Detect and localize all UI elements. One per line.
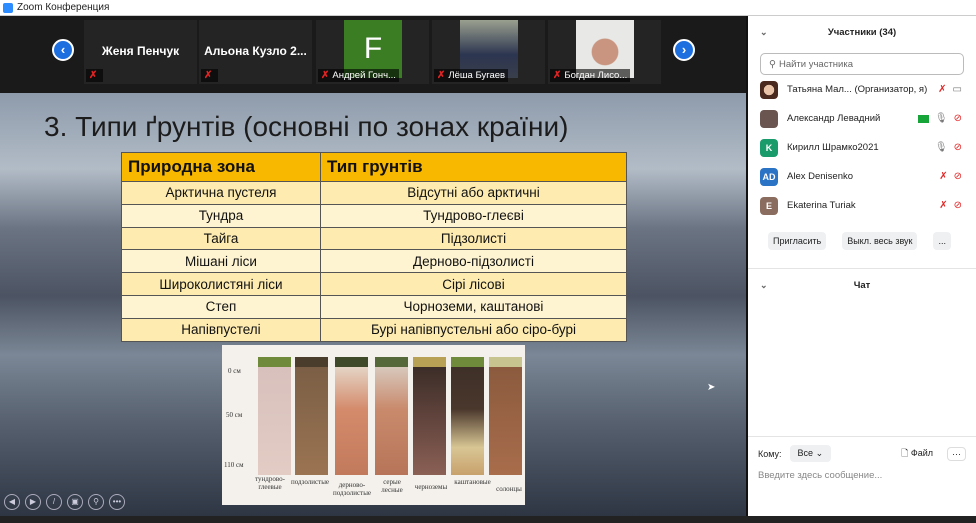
file-button[interactable]: 🗋 Файл xyxy=(901,446,933,462)
window-title: Zoom Конференция xyxy=(17,2,110,13)
video-tile[interactable]: ✗ Богдан Лисо... xyxy=(548,20,661,84)
camera-off-icon: ⊘ xyxy=(953,200,962,211)
avatar xyxy=(760,109,778,128)
pen-icon[interactable]: / xyxy=(46,494,62,510)
camera-off-icon: ⊘ xyxy=(953,142,962,153)
next-page-button[interactable]: › xyxy=(673,39,695,61)
table-row: Напівпустелі Бурі напівпустельні або сіро… xyxy=(121,317,628,342)
screen-share-icon xyxy=(917,114,929,123)
chat-header: ⌄ Чат xyxy=(760,279,871,291)
chat-more-button[interactable]: ··· xyxy=(947,446,966,461)
camera-off-icon: ⊘ xyxy=(953,113,962,124)
prev-page-button[interactable]: ‹ xyxy=(52,39,74,61)
soil-table: Природна зона Тип грунтів Арктична пустел… xyxy=(121,152,628,342)
video-tile[interactable]: Альона Кузло 2... ✗ xyxy=(199,20,312,84)
participant-row[interactable]: E Ekaterina Turiak ✗ ⊘ xyxy=(748,191,976,220)
side-panel: ⌄ Участники (34) ⚲ Найти участника Татьяна… xyxy=(748,16,976,516)
mute-all-button[interactable]: Выкл. весь звук xyxy=(842,232,918,250)
collapse-chevron-icon[interactable]: ⌄ xyxy=(760,280,768,291)
mouse-cursor-icon: ➤ xyxy=(707,382,716,393)
mic-muted-icon: ✗ xyxy=(321,70,330,81)
mic-muted-icon: ✗ xyxy=(939,171,948,182)
shared-screen-slide: 3. Типи ґрунтів (основні по зонах країни… xyxy=(0,93,746,516)
table-row: Тайга Підзолисті xyxy=(121,226,628,251)
mic-muted-icon: ✗ xyxy=(89,70,98,81)
participant-row[interactable]: Александр Левадний 🎙 ⊘ xyxy=(748,104,976,133)
next-slide-icon[interactable]: ▶ xyxy=(25,494,41,510)
zoom-logo-icon xyxy=(3,2,13,13)
slide-annotation-toolbar: ◀ ▶ / ▣ ⚲ ••• xyxy=(4,494,125,510)
mic-muted-icon: ✗ xyxy=(938,84,947,95)
video-gallery: ‹ Женя Пенчук ✗ Альона Кузло 2... ✗ F ✗ Андр… xyxy=(0,16,746,93)
participants-header: ⌄ Участники (34) xyxy=(760,26,897,38)
file-icon: 🗋 xyxy=(901,447,909,458)
avatar xyxy=(760,80,778,99)
slides-icon[interactable]: ▣ xyxy=(67,494,83,510)
participant-search-input[interactable]: ⚲ Найти участника xyxy=(760,53,964,75)
table-row: Тундра Тундрово-глеєві xyxy=(121,203,628,228)
mic-muted-icon: ✗ xyxy=(204,70,213,81)
table-row: Мішані ліси Дерново-підзолисті xyxy=(121,249,628,274)
previous-slide-icon[interactable]: ◀ xyxy=(4,494,20,510)
avatar: K xyxy=(760,138,778,157)
mic-icon: 🎙 xyxy=(934,142,948,153)
participant-row[interactable]: AD Alex Denisenko ✗ ⊘ xyxy=(748,162,976,191)
mic-muted-icon: ✗ xyxy=(939,200,948,211)
zoom-magnifier-icon[interactable]: ⚲ xyxy=(88,494,104,510)
recipient-select[interactable]: Все ⌄ xyxy=(789,445,832,462)
video-tile[interactable]: F ✗ Андрей Гонч... xyxy=(316,20,429,84)
soil-profiles-image: 0 см 50 см 110 см тундрово-глеевые подзо… xyxy=(222,345,525,505)
mic-icon: 🎙 xyxy=(934,113,948,124)
bottom-bar xyxy=(0,516,976,523)
chat-compose: Кому: Все ⌄ 🗋 Файл ··· Введите здесь соо… xyxy=(748,436,976,489)
avatar: AD xyxy=(760,167,778,186)
title-bar: Zoom Конференция xyxy=(0,0,976,16)
search-icon: ⚲ xyxy=(769,58,776,70)
participant-row[interactable]: K Кирилл Шрамко2021 🎙 ⊘ xyxy=(748,133,976,162)
avatar: E xyxy=(760,196,778,215)
slide-title: 3. Типи ґрунтів (основні по зонах країни… xyxy=(44,111,569,142)
collapse-chevron-icon[interactable]: ⌄ xyxy=(760,27,768,38)
more-button[interactable]: ... xyxy=(933,232,951,250)
invite-button[interactable]: Пригласить xyxy=(768,232,827,250)
video-tile[interactable]: Женя Пенчук ✗ xyxy=(84,20,197,84)
more-icon[interactable]: ••• xyxy=(109,494,125,510)
video-tile[interactable]: ✗ Лёша Бугаев xyxy=(432,20,545,84)
table-row: Арктична пустеля Відсутні або арктичні xyxy=(121,181,628,205)
message-input[interactable]: Введите здесь сообщение... xyxy=(758,470,966,481)
table-row: Широколистяні ліси Сірі лісові xyxy=(121,272,628,296)
table-row: Степ Чорноземи, каштанові xyxy=(121,294,628,319)
mic-muted-icon: ✗ xyxy=(437,70,446,81)
participant-row[interactable]: Татьяна Мал... (Организатор, я) ✗ ▭ xyxy=(748,75,976,104)
camera-off-icon: ⊘ xyxy=(953,171,962,182)
camera-icon: ▭ xyxy=(952,84,962,95)
mic-muted-icon: ✗ xyxy=(553,70,562,81)
